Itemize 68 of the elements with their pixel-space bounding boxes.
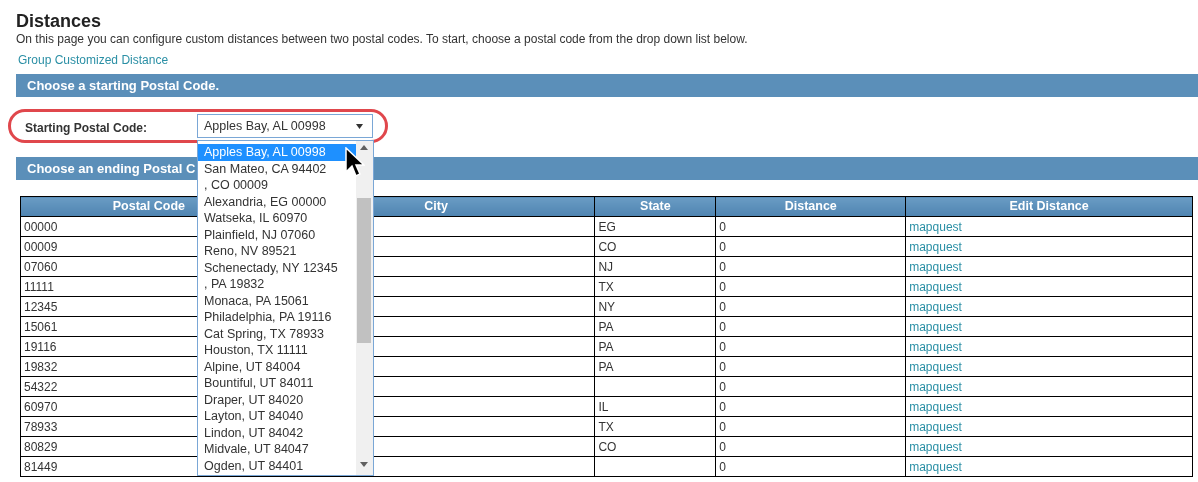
table-cell: 0 <box>715 396 906 417</box>
group-distance-link[interactable]: Group Customized Distance <box>18 53 169 68</box>
mapquest-link[interactable]: mapquest <box>909 379 962 394</box>
mapquest-link[interactable]: mapquest <box>909 239 962 254</box>
dropdown-option[interactable]: Houston, TX 11111 <box>198 342 356 359</box>
mapquest-link[interactable]: mapquest <box>909 399 962 414</box>
table-cell: IL <box>594 396 716 417</box>
scroll-thumb[interactable] <box>357 198 371 343</box>
table-cell: TX <box>594 416 716 437</box>
table-cell: 0 <box>715 276 906 297</box>
dropdown-option[interactable]: Schenectady, NY 12345 <box>198 259 356 276</box>
dropdown-option[interactable]: Draper, UT 84020 <box>198 391 356 408</box>
table-cell: 0 <box>715 376 906 397</box>
table-cell: 0 <box>715 216 906 237</box>
dropdown-option[interactable]: Philadelphia, PA 19116 <box>198 309 356 326</box>
table-cell: CO <box>594 236 716 257</box>
table-cell: 0 <box>715 316 906 337</box>
column-header: Edit Distance <box>905 196 1193 217</box>
dropdown-option[interactable]: Layton, UT 84040 <box>198 408 356 425</box>
table-cell: TX <box>594 276 716 297</box>
table-cell: PA <box>594 316 716 337</box>
table-cell: 0 <box>715 296 906 317</box>
page-description: On this page you can configure custom distances between two postal codes. To start, choose a postal code from the drop down list below. <box>16 32 749 47</box>
column-header: Distance <box>715 196 906 217</box>
postal-code-select[interactable]: Apples Bay, AL 00998 <box>197 114 373 138</box>
table-cell: CO <box>594 436 716 457</box>
mapquest-link[interactable]: mapquest <box>909 419 962 434</box>
mapquest-link[interactable]: mapquest <box>909 219 962 234</box>
table-cell: 0 <box>715 236 906 257</box>
dropdown-option[interactable]: Bountiful, UT 84011 <box>198 375 356 392</box>
dropdown-option[interactable]: Plainfield, NJ 07060 <box>198 226 356 243</box>
table-cell: 0 <box>715 356 906 377</box>
table-cell: 0 <box>715 416 906 437</box>
dropdown-option[interactable]: , PA 19832 <box>198 276 356 293</box>
table-cell: 0 <box>715 456 906 477</box>
table-cell: NY <box>594 296 716 317</box>
field-label: Starting Postal Code: <box>25 120 147 137</box>
table-cell: PA <box>594 336 716 357</box>
section-header-text: Choose a starting Postal Code. <box>27 76 220 95</box>
section-header-text: Choose an ending Postal C <box>27 159 196 178</box>
table-cell: NJ <box>594 256 716 277</box>
dropdown-option[interactable]: Cat Spring, TX 78933 <box>198 325 356 342</box>
dropdown-caret-icon <box>356 124 363 129</box>
mapquest-link[interactable]: mapquest <box>909 459 962 474</box>
mapquest-link[interactable]: mapquest <box>909 259 962 274</box>
dropdown-option[interactable]: Midvale, UT 84047 <box>198 441 356 458</box>
mapquest-link[interactable]: mapquest <box>909 339 962 354</box>
dropdown-option[interactable]: Reno, NV 89521 <box>198 243 356 260</box>
scrollbar[interactable] <box>356 141 373 475</box>
mapquest-link[interactable]: mapquest <box>909 439 962 454</box>
mapquest-link[interactable]: mapquest <box>909 359 962 374</box>
mouse-pointer-icon <box>345 147 365 179</box>
column-header: State <box>594 196 716 217</box>
dropdown-option[interactable]: Monaca, PA 15061 <box>198 292 356 309</box>
table-cell: 0 <box>715 256 906 277</box>
dropdown-option[interactable]: Lindon, UT 84042 <box>198 424 356 441</box>
table-cell: 0 <box>715 336 906 357</box>
scroll-down-icon[interactable] <box>360 462 368 467</box>
mapquest-link[interactable]: mapquest <box>909 279 962 294</box>
dropdown-option[interactable]: Alpine, UT 84004 <box>198 358 356 375</box>
table-cell: PA <box>594 356 716 377</box>
dropdown-option[interactable]: , CO 00009 <box>198 177 356 194</box>
table-cell: 0 <box>715 436 906 457</box>
mapquest-link[interactable]: mapquest <box>909 299 962 314</box>
mapquest-link[interactable]: mapquest <box>909 319 962 334</box>
dropdown-option[interactable]: Ogden, UT 84401 <box>198 457 356 474</box>
page-title: Distances <box>16 10 103 32</box>
table-cell: EG <box>594 216 716 237</box>
